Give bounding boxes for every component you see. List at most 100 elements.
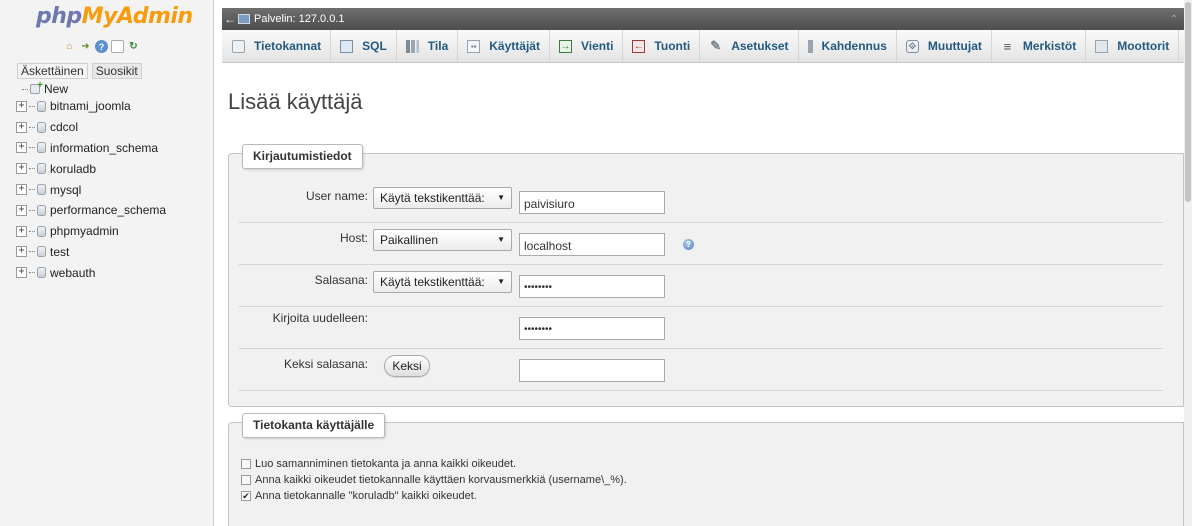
input-value: •••••••• — [524, 282, 553, 293]
expand-icon[interactable]: + — [16, 100, 27, 112]
tab-charsets[interactable]: ≡ Merkistöt — [992, 30, 1087, 62]
tree-item-db[interactable]: + information_schema — [16, 138, 212, 159]
tree-item-db[interactable]: + phpmyadmin — [16, 221, 212, 242]
databases-icon — [232, 39, 245, 53]
generated-password-input[interactable] — [519, 359, 665, 382]
engines-icon — [1095, 39, 1109, 53]
tree-item-label[interactable]: phpmyadmin — [50, 224, 119, 238]
checkbox-checked[interactable]: ✔ — [241, 491, 251, 501]
tree-item-label[interactable]: koruladb — [50, 162, 96, 176]
expand-icon[interactable]: + — [16, 204, 27, 216]
host-input[interactable]: localhost — [519, 233, 665, 256]
tree-item-label[interactable]: test — [50, 245, 69, 259]
password-type-select[interactable]: Käytä tekstikenttää: — [373, 271, 512, 293]
vertical-scrollbar[interactable] — [1184, 0, 1192, 526]
tree-item-label[interactable]: webauth — [50, 266, 95, 280]
checkbox[interactable] — [241, 459, 251, 469]
help-icon[interactable]: ? — [95, 40, 108, 53]
tree-item-label[interactable]: information_schema — [50, 141, 158, 155]
tab-label: Käyttäjät — [489, 39, 540, 53]
sql-icon — [340, 39, 354, 53]
new-database-icon — [30, 80, 43, 94]
tab-users[interactable]: ▪▪ Käyttäjät — [458, 30, 550, 62]
tree-item-db[interactable]: + test — [16, 242, 212, 263]
tree-item-label[interactable]: cdcol — [50, 120, 78, 134]
tree-connector — [29, 251, 35, 253]
home-icon[interactable]: ⌂ — [63, 40, 76, 53]
tree-item-db[interactable]: + cdcol — [16, 117, 212, 138]
server-icon — [238, 14, 250, 24]
database-icon — [37, 246, 46, 258]
user-name-type-select[interactable]: Käytä tekstikenttää: — [373, 187, 512, 209]
tab-status[interactable]: Tila — [397, 30, 459, 62]
host-type-select[interactable]: Paikallinen — [373, 229, 512, 251]
input-value: localhost — [524, 239, 572, 253]
docs-icon[interactable] — [111, 40, 124, 53]
server-label[interactable]: Palvelin: 127.0.0.1 — [254, 13, 345, 25]
scrollbar-thumb[interactable] — [1185, 2, 1191, 202]
tab-label: Asetukset — [731, 39, 789, 53]
expand-icon[interactable]: + — [16, 184, 27, 196]
tab-variables[interactable]: ⟐ Muuttujat — [897, 30, 992, 62]
tree-item-label[interactable]: mysql — [50, 183, 81, 197]
tab-import[interactable]: ← Tuonti — [623, 30, 701, 62]
tree-item-db[interactable]: + performance_schema — [16, 200, 212, 221]
user-name-label: User name: — [305, 189, 368, 203]
login-info-legend: Kirjautumistiedot — [242, 144, 363, 169]
help-icon[interactable]: ? — [683, 239, 694, 250]
tab-label: Merkistöt — [1022, 39, 1077, 53]
select-value: Paikallinen — [380, 233, 439, 247]
input-value: •••••••• — [524, 324, 553, 335]
logo-admin: Admin — [116, 4, 193, 29]
user-name-input[interactable]: paivisiuro — [519, 191, 665, 214]
tree-item-label[interactable]: performance_schema — [50, 203, 166, 217]
server-breadcrumb-bar: ← Palvelin: 127.0.0.1 ⌃ — [222, 8, 1184, 30]
tree-item-db[interactable]: + bitnami_joomla — [16, 96, 212, 117]
checkbox[interactable] — [241, 475, 251, 485]
login-info-fieldset: Kirjautumistiedot User name: Käytä tekst… — [228, 144, 1184, 407]
tab-settings[interactable]: ✎ Asetukset — [700, 30, 799, 62]
expand-icon[interactable]: + — [16, 225, 27, 237]
option-grant-koruladb[interactable]: ✔ Anna tietokannalle "koruladb" kaikki o… — [241, 490, 477, 502]
expand-icon[interactable]: + — [16, 246, 27, 258]
tree-connector — [29, 105, 35, 107]
tree-item-db[interactable]: + webauth — [16, 262, 212, 283]
tab-export[interactable]: → Vienti — [550, 30, 624, 62]
generate-password-button[interactable]: Keksi — [384, 355, 430, 377]
password-input[interactable]: •••••••• — [519, 275, 665, 298]
recent-favorites-tabs: Äskettäinen Suosikit — [17, 63, 142, 79]
replication-icon — [807, 39, 813, 53]
tab-label: Vienti — [580, 39, 614, 53]
tree-connector — [22, 88, 28, 90]
tree-item-db[interactable]: + koruladb — [16, 158, 212, 179]
tab-sql[interactable]: SQL — [331, 30, 397, 62]
charsets-icon: ≡ — [1003, 38, 1012, 54]
tab-recent[interactable]: Äskettäinen — [17, 63, 88, 79]
collapse-icon[interactable]: ⌃ — [1170, 14, 1178, 25]
tree-item-new[interactable]: New — [16, 80, 212, 96]
back-arrow-icon[interactable]: ← — [222, 12, 238, 26]
expand-icon[interactable]: + — [16, 142, 27, 154]
expand-icon[interactable]: + — [16, 163, 27, 175]
tab-databases[interactable]: Tietokannat — [222, 30, 332, 62]
variables-icon: ⟐ — [905, 39, 919, 53]
password-row: Salasana: Käytä tekstikenttää: •••••••• — [239, 266, 1163, 307]
reload-icon[interactable]: ↻ — [127, 40, 140, 53]
phpmyadmin-logo[interactable]: phpMyAdmin — [36, 4, 193, 29]
users-icon: ▪▪ — [467, 39, 481, 53]
expand-icon[interactable]: + — [16, 121, 27, 133]
database-tree: New + bitnami_joomla + cdcol + information_… — [16, 80, 212, 283]
tab-engines[interactable]: Moottorit — [1086, 30, 1180, 62]
tab-favorites[interactable]: Suosikit — [91, 63, 142, 79]
database-icon — [37, 121, 46, 133]
expand-icon[interactable]: + — [16, 267, 27, 279]
tree-item-label[interactable]: bitnami_joomla — [50, 99, 131, 113]
page-title: Lisää käyttäjä — [228, 89, 363, 114]
option-wildcard-privileges[interactable]: Anna kaikki oikeudet tietokannalle käytt… — [241, 474, 627, 486]
option-create-db[interactable]: Luo samanniminen tietokanta ja anna kaik… — [241, 458, 516, 470]
tree-item-db[interactable]: + mysql — [16, 179, 212, 200]
navigation-panel: phpMyAdmin ⌂ ➜ ? ↻ Äskettäinen Suosikit … — [0, 0, 214, 526]
retype-password-input[interactable]: •••••••• — [519, 317, 665, 340]
tab-replication[interactable]: Kahdennus — [799, 30, 897, 62]
exit-icon[interactable]: ➜ — [79, 40, 92, 53]
